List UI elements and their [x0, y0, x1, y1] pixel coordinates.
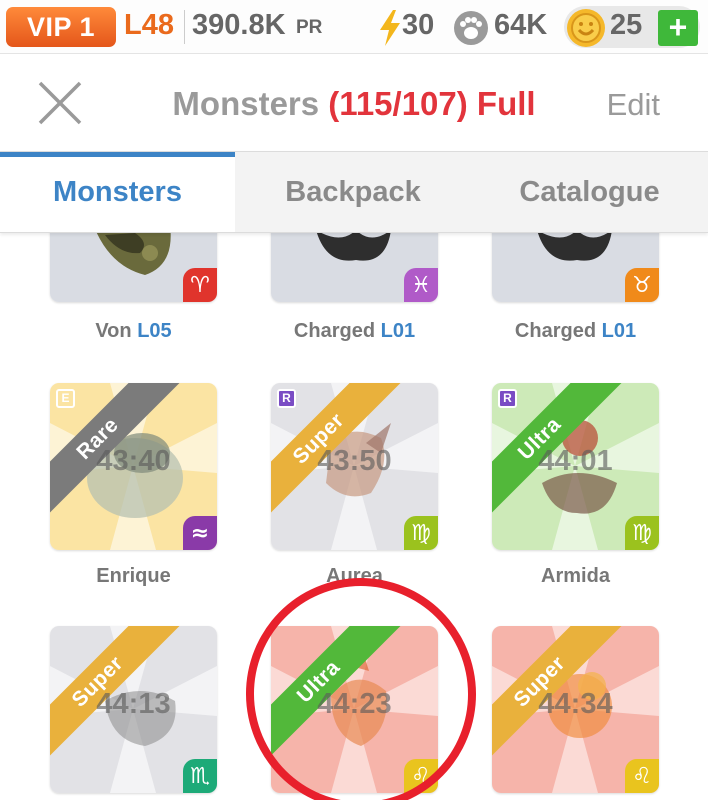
monster-card[interactable]: ♓ [271, 233, 438, 302]
monster-card[interactable]: Super 44:13 ♏ [50, 626, 217, 793]
power-rating-label: PR [296, 17, 323, 38]
monster-card[interactable]: Super 44:34 ♌ [492, 626, 659, 793]
zodiac-pisces-icon: ♓ [404, 268, 438, 302]
monster-card[interactable]: Rare E 43:40 ≈ [50, 383, 217, 550]
tab-catalogue[interactable]: Catalogue [471, 152, 708, 232]
divider [184, 10, 185, 44]
zodiac-virgo-icon: ♍ [625, 516, 659, 550]
vip-badge[interactable]: VIP 1 [6, 7, 116, 47]
coins-value: 25 [610, 9, 643, 41]
monster-card[interactable]: ♉ [492, 233, 659, 302]
timer: 44:34 [538, 688, 613, 720]
page-title: Monsters (115/107) Full [0, 85, 708, 123]
monster-name: Enrique [96, 565, 171, 587]
monster-name: Armida [541, 565, 610, 587]
timer: 43:50 [317, 445, 392, 477]
timer: 44:13 [96, 688, 171, 720]
monster-card[interactable]: Ultra 44:23 ♌ [271, 626, 438, 793]
monster-card[interactable]: ♈ [50, 233, 217, 302]
monster-label: Charged L01 [492, 320, 659, 343]
zodiac-virgo-icon: ♍ [404, 516, 438, 550]
tab-monsters[interactable]: Monsters [0, 152, 235, 232]
capacity-count: (115/107) Full [328, 85, 536, 122]
badge-r: R [498, 389, 517, 408]
paws-value: 64K [494, 9, 548, 41]
zodiac-leo-icon: ♌ [404, 759, 438, 793]
monster-level: L05 [137, 320, 172, 342]
monster-level: L01 [380, 320, 416, 342]
player-level: L48 [124, 9, 174, 41]
paw-icon [454, 11, 488, 45]
tab-backpack[interactable]: Backpack [235, 152, 471, 232]
monster-name: Von [95, 320, 132, 342]
timer: 44:23 [317, 688, 392, 720]
add-coins-button[interactable]: + [658, 10, 698, 46]
title-text: Monsters [172, 85, 320, 122]
lightning-icon [380, 10, 400, 46]
zodiac-taurus-icon: ♉ [625, 268, 659, 302]
monster-card[interactable]: Ultra R 44:01 ♍ [492, 383, 659, 550]
zodiac-leo-icon: ♌ [625, 759, 659, 793]
monster-card[interactable]: Super R 43:50 ♍ [271, 383, 438, 550]
zodiac-aries-icon: ♈ [183, 268, 217, 302]
monster-name: Charged [293, 320, 376, 342]
status-bar: VIP 1 L48 390.8K PR 30 64K 25 + [0, 0, 708, 54]
timer: 44:01 [538, 445, 613, 477]
monster-level: L01 [601, 320, 637, 342]
badge-e: E [56, 389, 75, 408]
timer: 43:40 [96, 445, 171, 477]
monster-name: Charged [514, 320, 597, 342]
power-rating-value: 390.8K [192, 9, 286, 41]
monster-label: Charged L01 [271, 320, 438, 343]
monster-name: Aurea [326, 565, 383, 587]
zodiac-scorpio-icon: ♏ [183, 759, 217, 793]
monster-grid: ♈ ♓ ♉ Von L05 Charged L01 Charged L01 Ra… [0, 233, 708, 800]
tab-bar: Monsters Backpack Catalogue [0, 151, 708, 233]
zodiac-aquarius-icon: ≈ [183, 516, 217, 550]
coin-icon [567, 9, 605, 47]
header: Monsters (115/107) Full Edit [0, 55, 708, 151]
monster-label: Von L05 [50, 320, 217, 343]
energy-value: 30 [402, 9, 435, 41]
edit-button[interactable]: Edit [607, 87, 660, 123]
badge-r: R [277, 389, 296, 408]
